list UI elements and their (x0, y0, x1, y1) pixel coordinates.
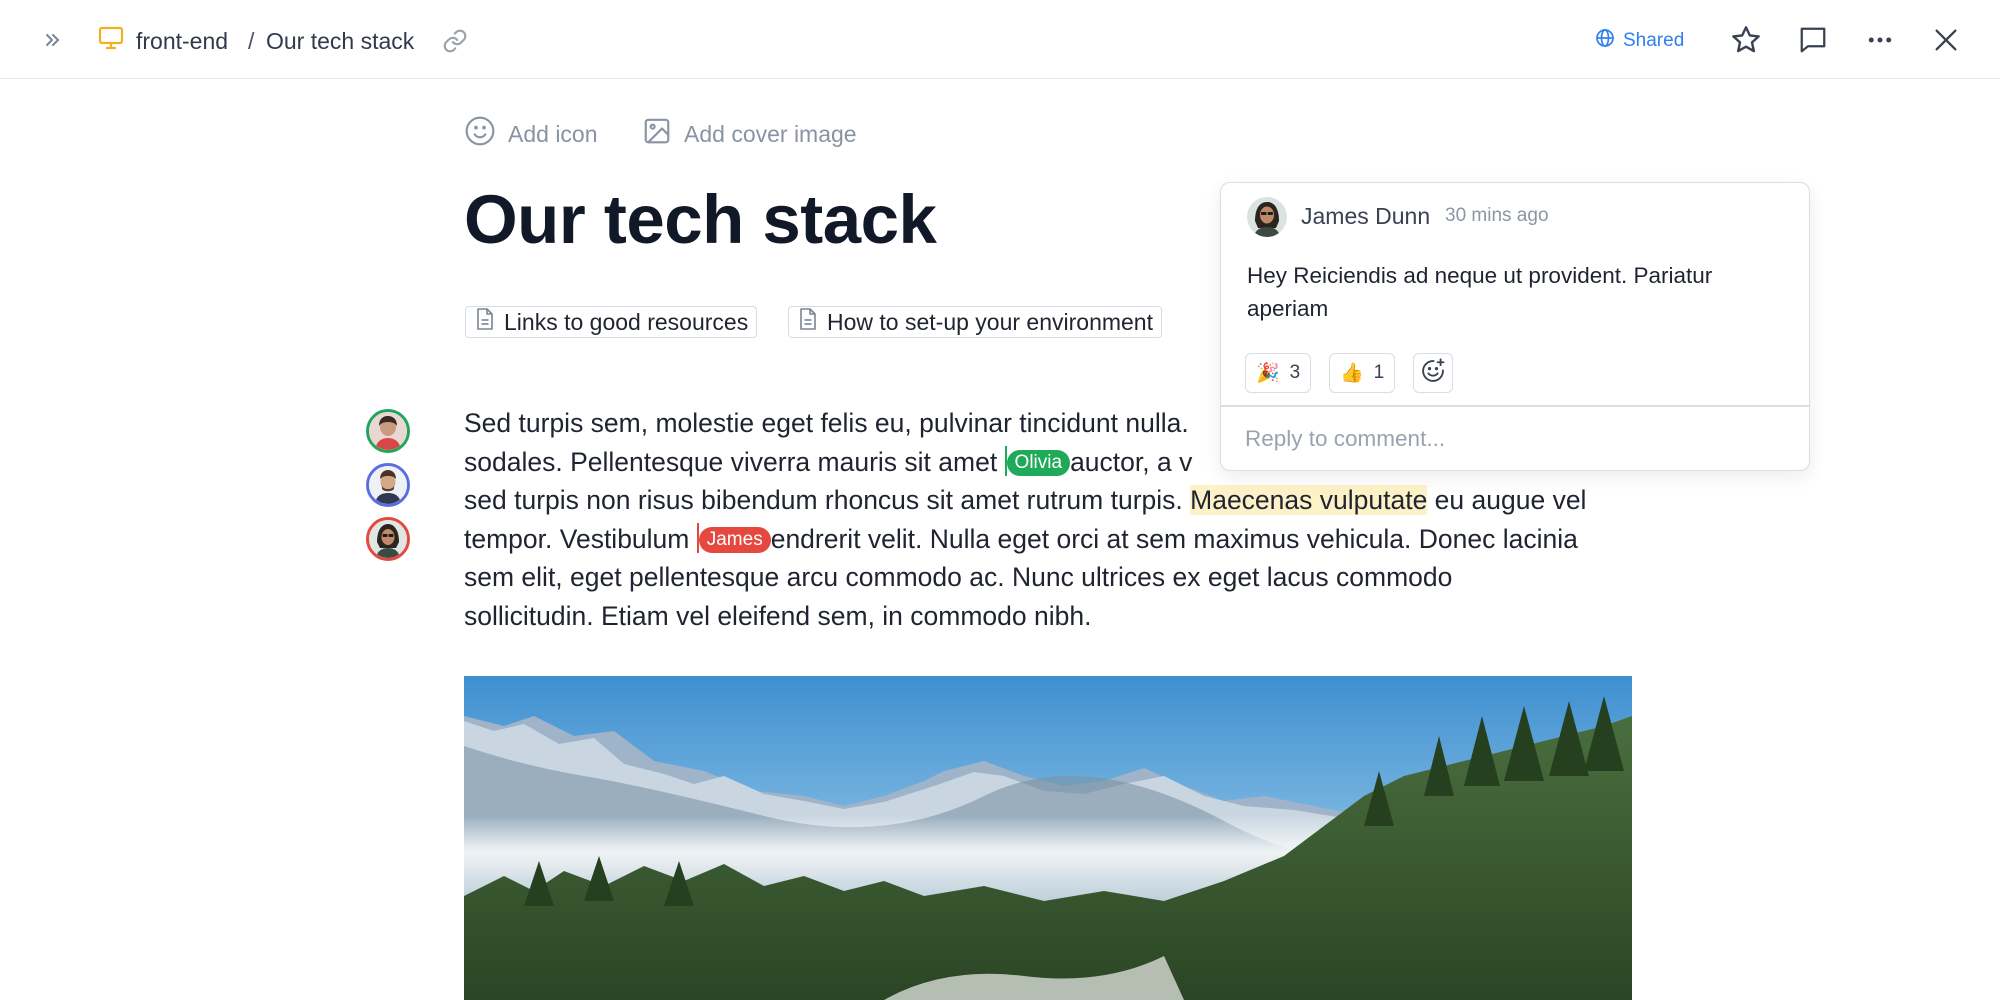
breadcrumb-space-label: front-end (136, 27, 229, 54)
breadcrumb-separator: / (248, 27, 255, 54)
text-run: sem elit, eget pellentesque arcu commodo… (464, 562, 1453, 592)
comment-timestamp: 30 mins ago (1445, 205, 1549, 226)
party-popper-icon: 🎉 (1256, 363, 1280, 384)
more-icon[interactable] (1862, 22, 1898, 58)
document-icon (474, 307, 496, 337)
add-cover-button[interactable]: Add cover image (642, 116, 857, 152)
smiley-plus-icon (1419, 357, 1447, 390)
landscape-image (464, 676, 1632, 1000)
avatar (1247, 197, 1287, 237)
text-run: endrerit velit. Nulla eget orci at sem m… (770, 523, 1578, 554)
close-icon[interactable] (1928, 22, 1964, 58)
page-title[interactable]: Our tech stack (464, 180, 937, 259)
text-run: eu augue vel (1427, 485, 1587, 515)
collaborator-cursor-label: Olivia (1006, 449, 1071, 476)
avatar[interactable] (366, 409, 410, 453)
text-run: sollicitudin. Etiam vel eleifend sem, in… (464, 600, 1092, 631)
linked-doc-label: How to set-up your environment (827, 308, 1153, 335)
text-run: sed turpis non risus bibendum rhoncus si… (464, 485, 1191, 515)
comment-text: Hey Reiciendis ad neque ut provident. Pa… (1247, 263, 1713, 321)
breadcrumb-page[interactable]: Our tech stack (266, 26, 414, 56)
text-run: sodales. Pellentesque viverra mauris sit… (464, 446, 1005, 477)
avatar[interactable] (366, 517, 410, 561)
star-icon[interactable] (1728, 22, 1764, 58)
comment-popover: James Dunn 30 mins ago Hey Reiciendis ad… (1220, 182, 1810, 471)
document-icon (797, 307, 819, 337)
smiley-icon (464, 115, 496, 153)
reaction-count: 1 (1373, 362, 1385, 383)
reaction-button[interactable]: 👍 1 (1329, 353, 1396, 393)
add-cover-label: Add cover image (684, 120, 857, 147)
reaction-count: 3 (1289, 362, 1301, 383)
top-bar: front-end / Our tech stack Shared (0, 0, 2000, 79)
comment-author: James Dunn (1301, 203, 1431, 229)
shared-button[interactable]: Shared (1595, 26, 1684, 56)
image-icon (642, 116, 672, 152)
comment-icon[interactable] (1795, 22, 1831, 58)
link-icon[interactable] (440, 26, 470, 56)
avatar[interactable] (366, 463, 410, 507)
paragraph-line: sollicitudin. Etiam vel eleifend sem, in… (464, 597, 1634, 636)
text-run: auctor, a v (1070, 446, 1193, 477)
linked-doc-chip[interactable]: Links to good resources (465, 306, 758, 338)
monitor-icon (98, 26, 124, 56)
text-run: tempor. Vestibulum (464, 523, 697, 554)
shared-label: Shared (1623, 30, 1685, 51)
reaction-button[interactable]: 🎉 3 (1245, 353, 1312, 393)
linked-doc-chip[interactable]: How to set-up your environment (788, 306, 1162, 338)
linked-doc-label: Links to good resources (504, 308, 749, 335)
paragraph-line: sed turpis non risus bibendum rhoncus si… (464, 481, 1634, 520)
chevrons-right-icon[interactable] (38, 26, 68, 54)
breadcrumb-space[interactable]: front-end (98, 26, 228, 56)
add-reaction-button[interactable] (1413, 353, 1453, 393)
globe-icon (1595, 28, 1615, 54)
add-icon-button[interactable]: Add icon (464, 116, 598, 152)
collaborator-cursor-label: James (698, 526, 771, 553)
divider (1221, 405, 1809, 407)
thumbs-up-icon: 👍 (1340, 363, 1364, 384)
paragraph-line: sem elit, eget pellentesque arcu commodo… (464, 558, 1634, 597)
reply-input[interactable] (1245, 419, 1785, 459)
text-run: Sed turpis sem, molestie eget felis eu, … (464, 408, 1189, 438)
paragraph-line: tempor. Vestibulum James endrerit velit. … (464, 520, 1634, 559)
commented-highlight[interactable]: Maecenas vulputate (1190, 485, 1428, 515)
add-icon-label: Add icon (508, 120, 598, 147)
